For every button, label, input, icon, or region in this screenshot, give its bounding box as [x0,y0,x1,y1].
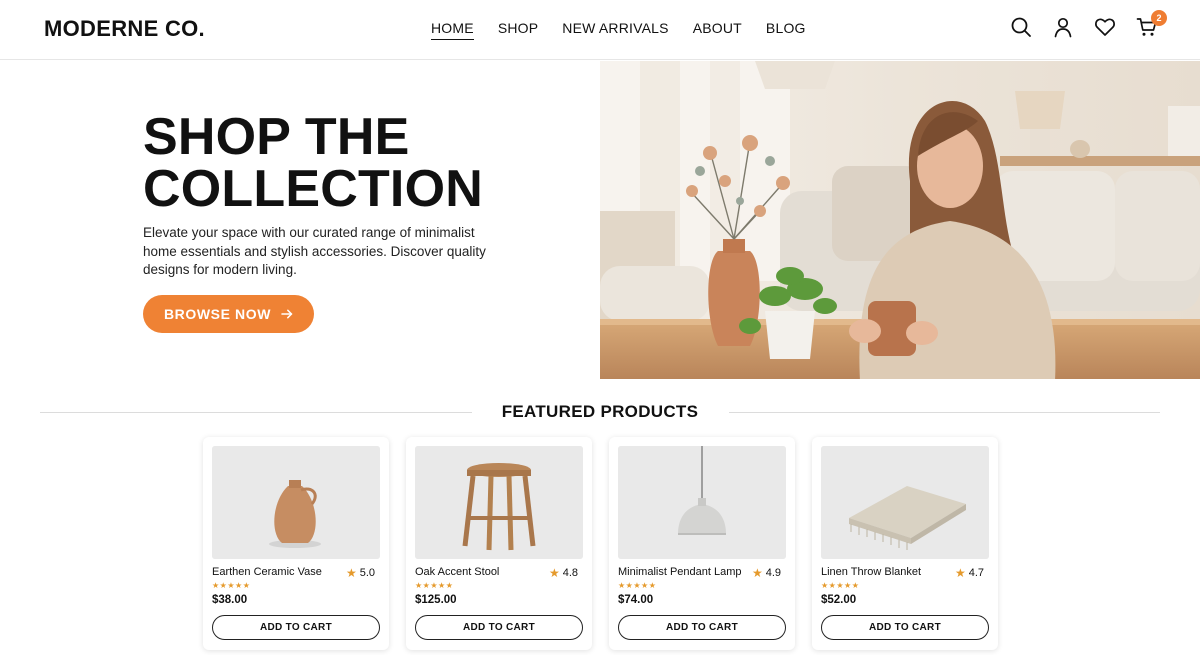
product-card[interactable]: Minimalist Pendant Lamp ★ 4.9 ★★★★★ $74.0… [609,437,795,650]
product-rating: ★ 4.8 [549,566,578,580]
cart-icon[interactable]: 2 [1136,10,1167,38]
star-icon: ★ [548,566,560,580]
hero-title: SHOP THE COLLECTION [143,111,563,215]
product-name[interactable]: Oak Accent Stool [415,566,499,578]
divider-right [729,412,1160,413]
product-name[interactable]: Minimalist Pendant Lamp [618,566,742,578]
search-icon[interactable] [1010,16,1032,38]
product-image-stool[interactable] [415,446,583,559]
product-image-vase[interactable] [212,446,380,559]
star-icon: ★ [345,566,357,580]
product-price: $74.00 [618,594,654,606]
hero-text-panel: SHOP THE COLLECTION Elevate your space w… [0,61,600,379]
rating-stars: ★★★★★ [415,581,454,590]
add-to-cart-button[interactable]: ADD TO CART [212,615,380,640]
rating-stars: ★★★★★ [821,581,860,590]
product-card[interactable]: Oak Accent Stool ★ 4.8 ★★★★★ $125.00 ADD … [406,437,592,650]
rating-stars: ★★★★★ [618,581,657,590]
brand-logo[interactable]: MODERNE CO. [44,16,205,42]
product-grid: Earthen Ceramic Vase ★ 5.0 ★★★★★ $38.00 A… [203,437,998,650]
hero-section: SHOP THE COLLECTION Elevate your space w… [0,61,1200,379]
rating-value: 5.0 [359,567,375,579]
cart-count-badge: 2 [1151,10,1167,26]
browse-now-button[interactable]: BROWSE NOW [143,295,314,333]
star-icon: ★ [954,566,966,580]
hero-title-line-2: COLLECTION [143,160,483,218]
heart-icon[interactable] [1094,16,1116,38]
product-card[interactable]: Earthen Ceramic Vase ★ 5.0 ★★★★★ $38.00 A… [203,437,389,650]
hero-description: Elevate your space with our curated rang… [143,225,486,277]
featured-header: FEATURED PRODUCTS [40,398,1160,428]
site-header: MODERNE CO. HOME SHOP NEW ARRIVALS ABOUT… [0,0,1200,60]
header-icons: 2 [1010,10,1167,38]
nav-new-arrivals[interactable]: NEW ARRIVALS [562,20,668,40]
nav-blog[interactable]: BLOG [766,20,806,40]
user-icon[interactable] [1052,16,1074,38]
product-rating: ★ 5.0 [346,566,375,580]
product-price: $125.00 [415,594,457,606]
browse-now-label: BROWSE NOW [163,306,272,322]
product-name[interactable]: Linen Throw Blanket [821,566,921,578]
product-price: $52.00 [821,594,857,606]
hero-lifestyle-image [600,61,1200,379]
star-icon: ★ [751,566,763,580]
product-image-blanket[interactable] [821,446,989,559]
product-rating: ★ 4.7 [955,566,984,580]
product-price: $38.00 [212,594,248,606]
rating-value: 4.7 [968,567,984,579]
nav-about[interactable]: ABOUT [693,20,742,40]
nav-shop[interactable]: SHOP [498,20,538,40]
main-nav: HOME SHOP NEW ARRIVALS ABOUT BLOG [431,20,806,40]
product-image-lamp[interactable] [618,446,786,559]
add-to-cart-button[interactable]: ADD TO CART [821,615,989,640]
add-to-cart-button[interactable]: ADD TO CART [415,615,583,640]
add-to-cart-button[interactable]: ADD TO CART [618,615,786,640]
rating-value: 4.8 [562,567,578,579]
product-name[interactable]: Earthen Ceramic Vase [212,566,322,578]
rating-value: 4.9 [765,567,781,579]
product-card[interactable]: Linen Throw Blanket ★ 4.7 ★★★★★ $52.00 AD… [812,437,998,650]
nav-home[interactable]: HOME [431,20,474,40]
arrow-right-icon [281,309,293,319]
product-rating: ★ 4.9 [752,566,781,580]
hero-title-line-1: SHOP THE [143,108,410,166]
rating-stars: ★★★★★ [212,581,251,590]
